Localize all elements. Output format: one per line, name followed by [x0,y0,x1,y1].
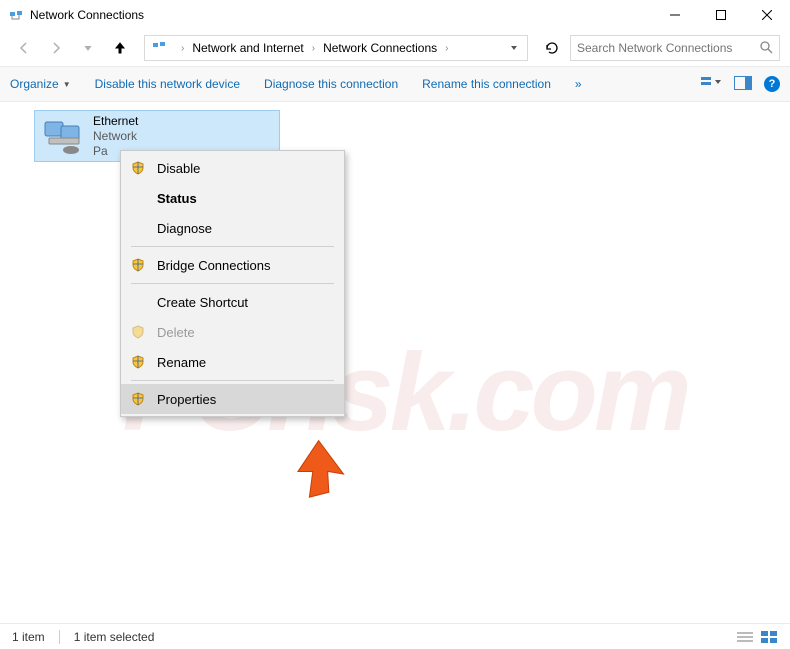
status-selected-count: 1 item selected [74,630,155,644]
navbar: › Network and Internet › Network Connect… [0,30,790,66]
context-menu: Disable Status Diagnose Bridge Connectio… [120,150,345,417]
status-separator [59,630,60,644]
menu-item-bridge-connections[interactable]: Bridge Connections [121,250,344,280]
adapter-status: Network [93,129,138,144]
close-button[interactable] [744,0,790,30]
maximize-button[interactable] [698,0,744,30]
chevron-right-icon[interactable]: › [306,43,321,54]
breadcrumb-item[interactable]: Network Connections [321,41,439,55]
shield-icon [129,161,147,175]
adapter-icon [41,116,85,156]
menu-item-label: Rename [157,355,206,370]
window-title: Network Connections [30,8,652,22]
adapter-name: Ethernet [93,114,138,129]
window-icon [8,7,24,23]
toolbar: Organize ▼ Disable this network device D… [0,66,790,102]
menu-separator [131,283,334,284]
search-box[interactable] [570,35,780,61]
menu-item-delete: Delete [121,317,344,347]
view-mode-buttons [736,630,778,644]
rename-connection-button[interactable]: Rename this connection [422,77,551,91]
window-controls [652,0,790,30]
shield-icon [129,392,147,406]
menu-item-diagnose[interactable]: Diagnose [121,213,344,243]
chevron-right-icon[interactable]: › [175,43,190,54]
shield-icon [129,258,147,272]
disable-device-button[interactable]: Disable this network device [95,77,240,91]
preview-pane-button[interactable] [734,76,752,93]
menu-item-label: Diagnose [157,221,212,236]
search-input[interactable] [577,41,759,55]
menu-item-status[interactable]: Status [121,183,344,213]
organize-menu[interactable]: Organize ▼ [10,77,71,91]
refresh-button[interactable] [538,35,566,61]
chevron-right-icon[interactable]: › [439,43,454,54]
menu-item-label: Status [157,191,197,206]
shield-icon [129,325,147,339]
menu-item-properties[interactable]: Properties [121,384,344,414]
content-area: PCrisk.com Ethernet Network Pa Disable S… [0,102,790,612]
menu-item-label: Create Shortcut [157,295,248,310]
back-button[interactable] [10,34,38,62]
annotation-arrow [290,432,360,502]
search-icon[interactable] [759,40,773,57]
address-dropdown[interactable] [503,43,525,53]
view-options-button[interactable] [700,75,722,94]
minimize-button[interactable] [652,0,698,30]
diagnose-connection-button[interactable]: Diagnose this connection [264,77,398,91]
menu-item-label: Properties [157,392,216,407]
menu-separator [131,246,334,247]
details-view-button[interactable] [736,630,754,644]
titlebar: Network Connections [0,0,790,30]
recent-locations-dropdown[interactable] [74,34,102,62]
menu-item-rename[interactable]: Rename [121,347,344,377]
breadcrumb-icon [151,38,171,58]
menu-separator [131,380,334,381]
forward-button[interactable] [42,34,70,62]
status-item-count: 1 item [12,630,45,644]
menu-item-label: Disable [157,161,200,176]
menu-item-label: Bridge Connections [157,258,270,273]
up-button[interactable] [106,34,134,62]
breadcrumb-item[interactable]: Network and Internet [190,41,305,55]
menu-item-create-shortcut[interactable]: Create Shortcut [121,287,344,317]
shield-icon [129,355,147,369]
toolbar-overflow[interactable]: » [575,77,582,91]
menu-item-label: Delete [157,325,195,340]
chevron-down-icon: ▼ [63,80,71,89]
menu-item-disable[interactable]: Disable [121,153,344,183]
toolbar-label: Organize [10,77,59,91]
breadcrumb[interactable]: › Network and Internet › Network Connect… [144,35,528,61]
help-icon[interactable]: ? [764,76,780,92]
status-bar: 1 item 1 item selected [0,623,790,649]
large-icons-view-button[interactable] [760,630,778,644]
